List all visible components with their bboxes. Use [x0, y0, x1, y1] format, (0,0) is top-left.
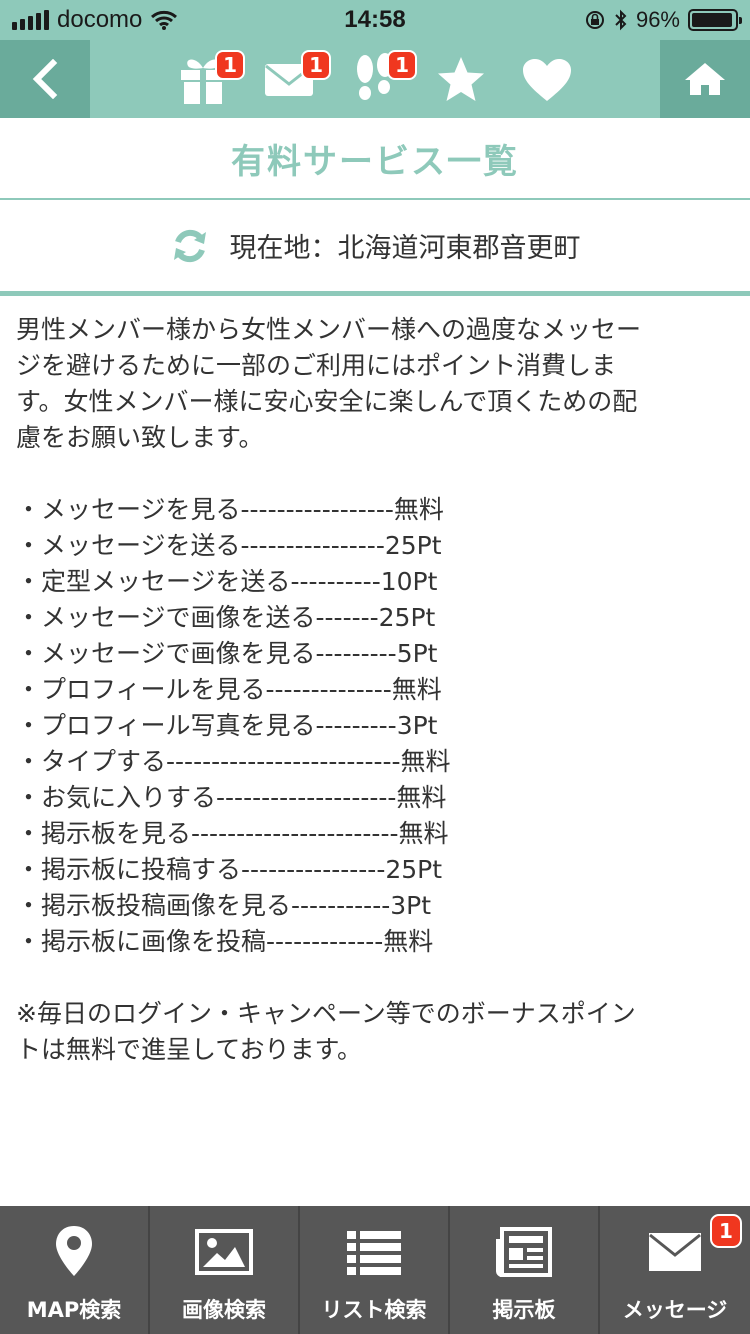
tab-label: 掲示板	[492, 1298, 556, 1322]
nav-mail-button[interactable]: 1	[261, 50, 331, 108]
star-icon	[438, 57, 484, 101]
battery-fill	[692, 13, 733, 27]
current-location: 現在地：北海道河東郡音更町	[229, 233, 581, 264]
tab-messages[interactable]: メッセージ 1	[600, 1206, 750, 1334]
bottom-tab-bar: MAP検索 画像検索 リスト検索 掲示板 メッセージ 1	[0, 1206, 750, 1334]
service-list: ・メッセージを見る-----------------無料 ・メッセージを送る--…	[16, 492, 726, 960]
status-right: 96%	[584, 6, 742, 34]
map-pin-icon	[56, 1226, 92, 1276]
chevron-left-icon	[32, 59, 58, 99]
service-item: ・お気に入りする--------------------無料	[16, 783, 447, 812]
nav-footprints-button[interactable]: 1	[347, 50, 417, 108]
service-item: ・プロフィールを見る--------------無料	[16, 675, 442, 704]
messages-badge: 1	[710, 1214, 742, 1248]
gift-badge: 1	[215, 50, 245, 80]
home-icon	[685, 63, 725, 95]
tab-image-search[interactable]: 画像検索	[150, 1206, 300, 1334]
refresh-icon[interactable]	[170, 226, 210, 266]
service-item: ・タイプする--------------------------無料	[16, 747, 451, 776]
nav-star-button[interactable]	[433, 52, 489, 108]
main-content: 男性メンバー様から女性メンバー様への過度なメッセー ジを避けるために一部のご利用…	[16, 312, 726, 1068]
bonus-note: ※毎日のログイン・キャンペーン等でのボーナスポイン トは無料で進呈しております。	[16, 996, 726, 1068]
back-button[interactable]	[0, 40, 90, 118]
newspaper-icon	[496, 1227, 552, 1277]
intro-line: 慮をお願い致します。	[16, 423, 264, 452]
location-bar[interactable]: 現在地：北海道河東郡音更町	[0, 200, 750, 296]
tab-map-search[interactable]: MAP検索	[0, 1206, 150, 1334]
note-line: ※毎日のログイン・キャンペーン等でのボーナスポイン	[16, 999, 636, 1028]
tab-icon-wrap	[496, 1222, 552, 1282]
tab-icon-wrap	[345, 1222, 403, 1282]
service-item: ・掲示板を見る-----------------------無料	[16, 819, 449, 848]
bluetooth-icon	[615, 9, 627, 31]
tab-bulletin-board[interactable]: 掲示板	[450, 1206, 600, 1334]
tab-icon-wrap	[647, 1222, 703, 1282]
status-bar: docomo 14:58 96%	[0, 0, 750, 40]
tab-icon-wrap	[54, 1222, 94, 1282]
service-item: ・掲示板に投稿する----------------25Pt	[16, 855, 443, 884]
tab-label: リスト検索	[321, 1298, 427, 1322]
tab-label: メッセージ	[622, 1298, 728, 1322]
tab-label: MAP検索	[26, 1298, 122, 1322]
tab-label: 画像検索	[182, 1298, 266, 1322]
intro-line: ジを避けるために一部のご利用にはポイント消費しま	[16, 351, 617, 380]
nav-bar: 1 1 1	[0, 40, 750, 118]
heart-icon	[523, 59, 571, 101]
battery-icon	[688, 9, 742, 31]
home-button[interactable]	[660, 40, 750, 118]
service-item: ・掲示板に画像を投稿-------------無料	[16, 927, 434, 956]
intro-text: 男性メンバー様から女性メンバー様への過度なメッセー ジを避けるために一部のご利用…	[16, 312, 726, 456]
footprints-badge: 1	[387, 50, 417, 80]
intro-line: 男性メンバー様から女性メンバー様への過度なメッセー	[16, 315, 642, 344]
service-item: ・掲示板投稿画像を見る-----------3Pt	[16, 891, 432, 920]
service-item: ・メッセージで画像を見る---------5Pt	[16, 639, 438, 668]
service-item: ・メッセージを送る----------------25Pt	[16, 531, 442, 560]
list-icon	[347, 1231, 401, 1275]
service-item: ・メッセージで画像を送る-------25Pt	[16, 603, 436, 632]
note-line: トは無料で進呈しております。	[16, 1035, 363, 1064]
tab-list-search[interactable]: リスト検索	[300, 1206, 450, 1334]
service-item: ・プロフィール写真を見る---------3Pt	[16, 711, 438, 740]
service-item: ・定型メッセージを送る----------10Pt	[16, 567, 438, 596]
mail-badge: 1	[301, 50, 331, 80]
image-icon	[195, 1229, 253, 1275]
nav-heart-button[interactable]	[519, 52, 575, 108]
service-item: ・メッセージを見る-----------------無料	[16, 495, 444, 524]
page-title: 有料サービス一覧	[231, 141, 519, 182]
orientation-lock-icon	[585, 11, 604, 29]
battery-percent: 96%	[635, 7, 680, 32]
tab-icon-wrap	[195, 1222, 253, 1282]
nav-gift-button[interactable]: 1	[175, 50, 245, 108]
mail-icon	[649, 1233, 701, 1271]
intro-line: す。女性メンバー様に安心安全に楽しんで頂くための配	[16, 387, 638, 416]
page-title-bar: 有料サービス一覧	[0, 118, 750, 200]
